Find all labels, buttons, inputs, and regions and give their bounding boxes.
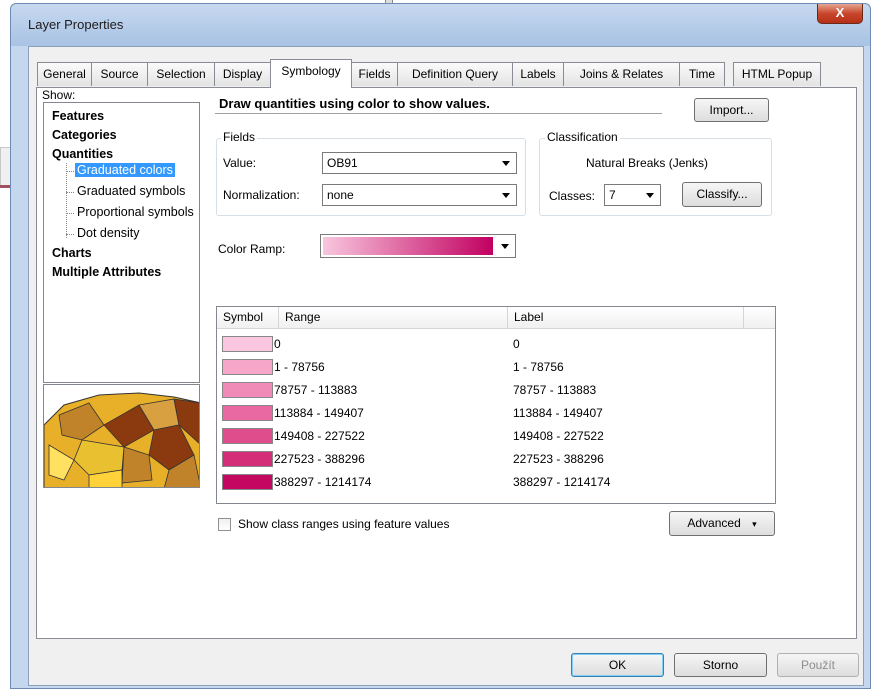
label-cell[interactable]: 388297 - 1214174: [513, 474, 610, 490]
tree-item-graduated-colors[interactable]: Graduated colors: [75, 163, 175, 177]
tree-item-proportional-symbols[interactable]: Proportional symbols: [77, 205, 194, 219]
symbol-swatch[interactable]: [222, 382, 273, 398]
tab-source[interactable]: Source: [91, 62, 148, 86]
value-dropdown[interactable]: OB91: [322, 152, 517, 174]
chevron-down-icon: [501, 244, 509, 249]
tree-connector: [66, 213, 74, 214]
symbology-panel: Show: Features Categories Quantities Gra…: [36, 87, 857, 639]
advanced-label: Advanced: [687, 516, 741, 530]
tab-html-popup[interactable]: HTML Popup: [733, 62, 821, 86]
label-cell[interactable]: 149408 - 227522: [513, 428, 604, 444]
range-cell[interactable]: 388297 - 1214174: [274, 474, 371, 490]
classes-selected: 7: [609, 188, 616, 202]
chevron-down-icon: [502, 193, 510, 198]
tree-item-multiple-attributes[interactable]: Multiple Attributes: [52, 265, 161, 279]
classes-label: Classes:: [549, 189, 596, 203]
tab-labels[interactable]: Labels: [512, 62, 564, 86]
tab-joins-relates[interactable]: Joins & Relates: [563, 62, 680, 86]
symbol-swatch[interactable]: [222, 405, 273, 421]
tab-fields[interactable]: Fields: [351, 62, 398, 86]
class-table: Symbol Range Label 001 - 78756 1 - 78756 7…: [216, 306, 776, 504]
show-ranges-label: Show class ranges using feature values: [238, 517, 450, 531]
normalization-label: Normalization:: [223, 188, 300, 202]
tree-connector: [66, 171, 74, 172]
map-preview-image: [43, 384, 200, 488]
import-button[interactable]: Import...: [694, 98, 769, 122]
tree-item-quantities[interactable]: Quantities: [52, 147, 113, 161]
table-row[interactable]: 149408 - 227522 149408 - 227522: [217, 428, 775, 451]
symbol-swatch[interactable]: [222, 336, 273, 352]
normalization-selected: none: [327, 188, 354, 202]
tree-connector: [66, 192, 74, 193]
color-ramp-dropdown[interactable]: [320, 234, 516, 258]
range-cell[interactable]: 227523 - 388296: [274, 451, 365, 467]
label-cell[interactable]: 1 - 78756: [513, 359, 564, 375]
title-bar[interactable]: Layer Properties X: [11, 4, 870, 46]
column-header-range[interactable]: Range: [279, 307, 508, 329]
label-cell[interactable]: 78757 - 113883: [513, 382, 596, 398]
value-selected: OB91: [327, 156, 358, 170]
classification-group-title: Classification: [545, 130, 620, 144]
tab-display[interactable]: Display: [214, 62, 271, 86]
show-ranges-checkbox[interactable]: [218, 518, 231, 531]
label-cell[interactable]: 0: [513, 336, 520, 352]
symbol-swatch[interactable]: [222, 428, 273, 444]
show-label: Show:: [42, 88, 76, 102]
tree-item-features[interactable]: Features: [52, 109, 104, 123]
color-ramp-swatch: [323, 237, 493, 255]
layer-properties-window: Layer Properties X General Source Select…: [10, 3, 871, 689]
dialog-client-area: General Source Selection Display Symbolo…: [28, 46, 864, 686]
tree-item-categories[interactable]: Categories: [52, 128, 117, 142]
tree-connector: [66, 234, 74, 235]
label-cell[interactable]: 227523 - 388296: [513, 451, 604, 467]
tab-symbology[interactable]: Symbology: [270, 59, 352, 88]
normalization-dropdown[interactable]: none: [322, 184, 517, 206]
tree-item-charts[interactable]: Charts: [52, 246, 92, 260]
close-button[interactable]: X: [817, 4, 863, 24]
range-cell[interactable]: 0: [274, 336, 281, 352]
window-title: Layer Properties: [28, 17, 124, 32]
table-row[interactable]: 00: [217, 336, 775, 359]
close-icon: X: [835, 5, 845, 20]
value-label: Value:: [223, 156, 257, 170]
chevron-down-icon: [502, 161, 510, 166]
label-cell[interactable]: 113884 - 149407: [513, 405, 603, 421]
tab-definition-query[interactable]: Definition Query: [397, 62, 513, 86]
tree-item-dot-density[interactable]: Dot density: [77, 226, 140, 240]
map-preview-graphic: [44, 385, 199, 487]
symbol-swatch[interactable]: [222, 359, 273, 375]
symbol-swatch[interactable]: [222, 474, 273, 490]
table-row[interactable]: 388297 - 1214174 388297 - 1214174: [217, 474, 775, 497]
tab-time[interactable]: Time: [679, 62, 725, 86]
symbol-swatch[interactable]: [222, 451, 273, 467]
column-header-label[interactable]: Label: [508, 307, 744, 329]
range-cell[interactable]: 1 - 78756: [274, 359, 325, 375]
cancel-button[interactable]: Storno: [674, 653, 767, 677]
table-header: Symbol Range Label: [217, 307, 775, 329]
table-row[interactable]: 78757 - 113883 78757 - 113883: [217, 382, 775, 405]
apply-button[interactable]: Použít: [777, 653, 859, 677]
advanced-button[interactable]: Advanced ▾: [669, 511, 775, 536]
ok-button[interactable]: OK: [571, 653, 664, 677]
table-row[interactable]: 113884 - 149407 113884 - 149407: [217, 405, 775, 428]
classes-dropdown[interactable]: 7: [604, 184, 661, 206]
tree-connector: [66, 163, 67, 238]
tree-item-graduated-symbols[interactable]: Graduated symbols: [77, 184, 185, 198]
classification-method: Natural Breaks (Jenks): [586, 156, 709, 170]
chevron-down-icon: [646, 193, 654, 198]
color-ramp-label: Color Ramp:: [218, 242, 286, 256]
renderer-tree: Features Categories Quantities Graduated…: [43, 102, 200, 383]
column-header-symbol[interactable]: Symbol: [217, 307, 279, 329]
classify-button[interactable]: Classify...: [682, 182, 762, 207]
dropdown-arrow-icon: ▾: [752, 519, 757, 529]
range-cell[interactable]: 149408 - 227522: [274, 428, 365, 444]
table-row[interactable]: 227523 - 388296 227523 - 388296: [217, 451, 775, 474]
tab-general[interactable]: General: [37, 62, 92, 86]
range-cell[interactable]: 78757 - 113883: [274, 382, 357, 398]
fields-group-title: Fields: [221, 130, 258, 144]
range-cell[interactable]: 113884 - 149407: [274, 405, 364, 421]
tab-selection[interactable]: Selection: [147, 62, 215, 86]
table-row[interactable]: 1 - 78756 1 - 78756: [217, 359, 775, 382]
renderer-description: Draw quantities using color to show valu…: [215, 88, 662, 114]
